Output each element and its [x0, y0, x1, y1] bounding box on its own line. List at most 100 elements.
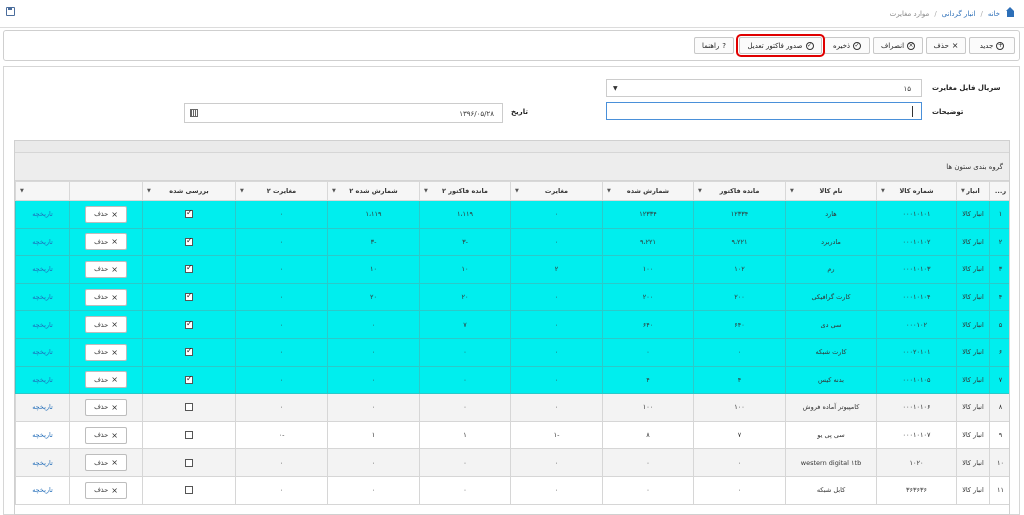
column-header-invoice-balance-2[interactable]: مانده فاکتور ۲ ▼	[419, 181, 511, 201]
cell-cnt2: ۰	[327, 475, 420, 505]
row-delete-button[interactable]: × حذف	[85, 454, 127, 472]
serial-select[interactable]: ۱۵ ▼	[606, 79, 922, 97]
group-by-area[interactable]: گروه بندی ستون ها	[15, 153, 1009, 181]
table-row[interactable]: ۱۰ انبار کالا ۱۰۲۰ western digital ۱tb ۰ ۰ ۰ ۰ ۰…	[15, 448, 1009, 477]
row-delete-button[interactable]: × حذف	[85, 398, 127, 416]
table-row[interactable]: ۹ انبار کالا ۰۰۰۱۰۱۰۷ سی پی یو ۷ ۸ -۱ ۱ ۱ -۰ × حذف ت…	[15, 420, 1009, 450]
cell-name: western digital ۱tb	[785, 448, 877, 477]
row-history-link[interactable]: تاریخچه	[15, 448, 70, 477]
calendar-icon[interactable]	[190, 109, 198, 117]
row-delete-button[interactable]: × حذف	[85, 481, 127, 499]
table-row[interactable]: ۷انبار کالا۰۰۰۱۰۱۰۵بدنه کیس۴۴۰۰۰۰×حذفتار…	[15, 365, 1009, 395]
date-input[interactable]: ۱۳۹۶/۰۵/۲۸	[184, 103, 503, 123]
table-row[interactable]: ۸ انبار کالا ۰۰۰۱۰۱۰۶ کامپیوتر آماده فروش ۱۰…	[15, 393, 1009, 422]
chevron-down-icon[interactable]: ▼	[698, 188, 702, 194]
reviewed-checkbox[interactable]	[185, 263, 193, 274]
reviewed-checkbox[interactable]	[185, 291, 193, 302]
breadcrumb-home[interactable]: خانه	[988, 10, 1000, 18]
chevron-down-icon[interactable]: ▼	[881, 188, 885, 194]
delete-button[interactable]: × حذف	[926, 37, 966, 54]
cell-diff: ۲	[510, 255, 603, 284]
reviewed-checkbox[interactable]	[185, 236, 193, 246]
chevron-down-icon[interactable]: ▼	[790, 188, 794, 194]
reviewed-checkbox[interactable]	[185, 346, 193, 357]
row-delete-button[interactable]: × حذف	[85, 233, 127, 251]
row-history-link[interactable]: تاریخچه	[15, 393, 70, 422]
cell-reviewed	[142, 200, 236, 229]
column-header-history[interactable]: ▼	[15, 181, 70, 201]
reviewed-checkbox[interactable]	[185, 403, 193, 412]
cell-wh: انبار کالا	[956, 420, 990, 450]
chevron-down-icon[interactable]: ▼	[961, 188, 965, 194]
table-row[interactable]: ۱ انبار کالا ۰۰۰۱۰۱۰۱ هارد ۱۲۳۳۴ ۱۲۳۳۴ ۰ ۱،۱۱۹ ۱…	[15, 200, 1009, 229]
reviewed-checkbox[interactable]	[185, 319, 193, 329]
chevron-down-icon[interactable]: ▼	[515, 188, 519, 194]
table-row[interactable]: ۲ انبار کالا ۰۰۰۱۰۱۰۲ مادربرد ۹،۲۲۱ ۹،۲۲۱ ۰ -۳-…	[15, 227, 1009, 257]
row-history-link[interactable]: تاریخچه	[15, 310, 70, 339]
row-delete-button[interactable]: × حذف	[85, 288, 127, 306]
row-history-link[interactable]: تاریخچه	[15, 365, 70, 395]
new-button[interactable]: + جدید	[969, 37, 1015, 54]
reviewed-checkbox[interactable]	[185, 208, 193, 219]
save-icon[interactable]	[6, 7, 15, 16]
cell-n: ۱۰	[989, 448, 1009, 477]
chevron-down-icon[interactable]: ▼	[332, 188, 336, 194]
row-history-link[interactable]: تاریخچه	[15, 255, 70, 284]
reviewed-checkbox[interactable]	[185, 458, 193, 467]
reviewed-checkbox[interactable]	[185, 431, 193, 440]
column-header-counted[interactable]: شمارش شده ▼	[602, 181, 694, 201]
table-row[interactable]: ۳انبار کالا۰۰۰۱۰۱۰۳رم۱۰۲۱۰۰۲۱۰۱۰۰×حذفتار…	[15, 255, 1009, 284]
row-delete-button[interactable]: × حذف	[85, 205, 127, 223]
row-delete-button[interactable]: × حذف	[85, 371, 127, 389]
cell-delete: × حذف	[69, 448, 143, 477]
cell-rem2: ۰	[419, 365, 511, 395]
chevron-down-icon[interactable]: ▼	[424, 188, 428, 194]
row-history-link[interactable]: تاریخچه	[15, 337, 70, 367]
column-header-item-code[interactable]: شماره کالا ▼	[876, 181, 957, 201]
column-header-delete[interactable]	[69, 181, 143, 201]
column-header-row-number[interactable]: ر...	[989, 181, 1009, 201]
row-delete-button[interactable]: × حذف	[85, 316, 127, 334]
x-icon: ×	[111, 375, 118, 385]
cell-wh: انبار کالا	[956, 448, 990, 477]
column-header-counted-2[interactable]: شمارش شده ۲ ▼	[327, 181, 420, 201]
help-button[interactable]: ? راهنما	[694, 37, 734, 54]
cancel-button[interactable]: × انصراف	[873, 37, 923, 54]
chevron-down-icon[interactable]: ▼	[20, 188, 24, 194]
column-header-discrepancy-2[interactable]: مغایرت ۲ ▼	[235, 181, 328, 201]
description-input[interactable]	[606, 102, 922, 120]
row-delete-button[interactable]: × حذف	[85, 260, 127, 278]
table-row[interactable]: ۱۱ انبار کالا ۳۶۳۶۳۶ کابل شبکه ۰ ۰ ۰ ۰ ۰ ۰ × حذف تار…	[15, 475, 1009, 505]
column-header-discrepancy[interactable]: مغایرت ▼	[510, 181, 603, 201]
table-row[interactable]: ۴ انبار کالا ۰۰۰۱۰۱۰۴ کارت گرافیکی ۲۰۰ ۲۰۰ ۰ ۲۰…	[15, 282, 1009, 312]
chevron-down-icon[interactable]: ▼	[240, 188, 244, 194]
cell-wh: انبار کالا	[956, 365, 990, 395]
row-delete-button[interactable]: × حذف	[85, 343, 127, 361]
column-header-item-name[interactable]: نام کالا ▼	[785, 181, 877, 201]
row-history-link[interactable]: تاریخچه	[15, 420, 70, 450]
issue-adjustment-invoice-button[interactable]: ✓ صدور فاکتور تعدیل	[736, 34, 825, 57]
column-header-warehouse[interactable]: انبار ▼	[956, 181, 990, 201]
column-header-label: مغایرت ۲	[266, 187, 297, 195]
table-row[interactable]: ۶انبار کالا۰۰۰۲۰۱۰۱کارت شبکه۰۰۰۰۰۰×حذفتا…	[15, 337, 1009, 367]
save-button[interactable]: ✓ ذخیره	[824, 37, 870, 54]
chevron-down-icon[interactable]: ▼	[147, 188, 151, 194]
reviewed-checkbox[interactable]	[185, 374, 193, 384]
chevron-down-icon[interactable]: ▼	[607, 188, 611, 194]
row-history-link[interactable]: تاریخچه	[15, 282, 70, 312]
row-history-link[interactable]: تاریخچه	[15, 475, 70, 505]
row-delete-label: حذف	[94, 348, 109, 357]
table-row[interactable]: ۵انبار کالا۰۰۰۱۰۲سی دی۶۴۰۶۴۰۰۷۰۰×حذفتاری…	[15, 310, 1009, 339]
cell-reviewed	[142, 227, 236, 257]
row-history-link[interactable]: تاریخچه	[15, 227, 70, 257]
row-delete-button[interactable]: × حذف	[85, 426, 127, 444]
reviewed-checkbox[interactable]	[185, 486, 193, 495]
data-grid: گروه بندی ستون ها ر... انبار ▼ شماره کالا ▼ ن…	[14, 140, 1010, 515]
breadcrumb-inventory[interactable]: انبار گردانی	[942, 10, 976, 18]
cell-rem2: ۱۰	[419, 255, 511, 284]
header-row: ر... انبار ▼ شماره کالا ▼ نام کالا ▼ مانده فاکت…	[15, 181, 1009, 201]
home-icon[interactable]	[1006, 7, 1014, 17]
column-header-invoice-balance[interactable]: مانده فاکتور ▼	[693, 181, 786, 201]
row-history-link[interactable]: تاریخچه	[15, 200, 70, 229]
column-header-reviewed[interactable]: بررسی شده ▼	[142, 181, 236, 201]
